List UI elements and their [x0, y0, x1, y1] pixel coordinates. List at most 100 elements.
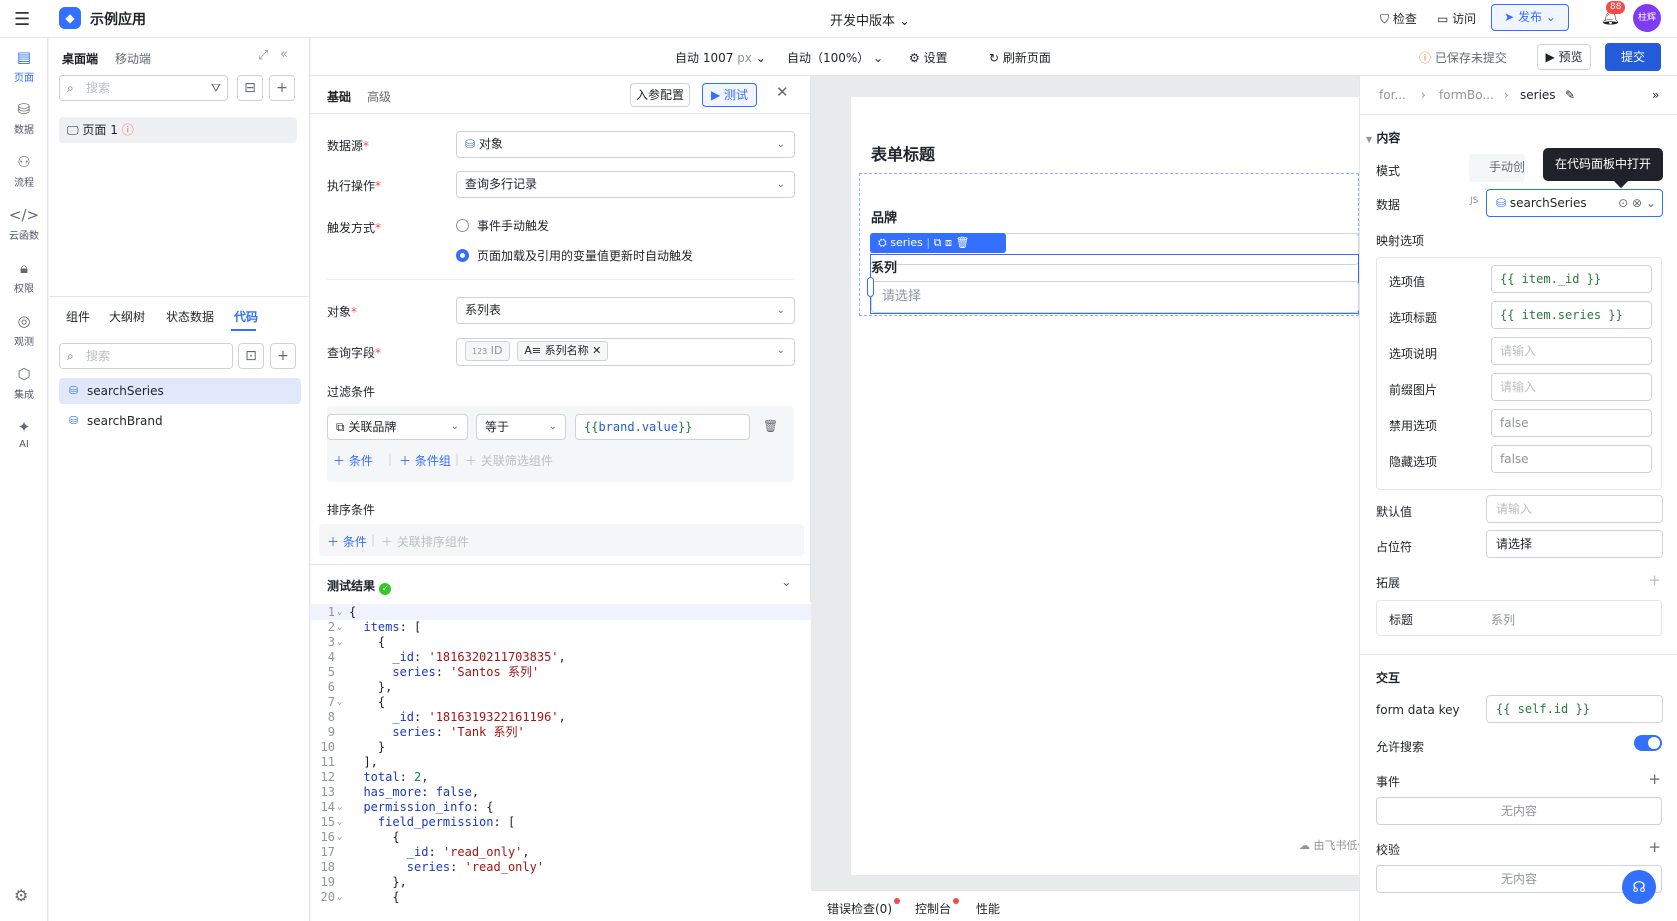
rail-item-permission[interactable]: 🔒︎ 权限 [0, 259, 48, 295]
rail-item-monitor[interactable]: ◎ 观测 [0, 312, 48, 348]
form-key-input[interactable]: {{ self.id }} [1486, 695, 1663, 723]
object-select[interactable]: 系列表 ⌄ [456, 297, 795, 324]
clear-icon[interactable]: ⊗ [1632, 196, 1642, 210]
content-section[interactable]: ▼ 内容 [1366, 129, 1400, 146]
page-layout-button[interactable]: ⊟ [237, 75, 263, 101]
mapping-input[interactable]: false [1491, 409, 1652, 437]
mode-segment[interactable]: 手动创 [1469, 154, 1525, 182]
tab-components[interactable]: 组件 [66, 308, 90, 325]
rail-item-flow[interactable]: ⚇ 流程 [0, 153, 48, 189]
trigger-radio-auto[interactable]: 页面加载及引用的变量值更新时自动触发 [456, 247, 693, 264]
menu-icon[interactable]: ☰ [14, 9, 30, 30]
mapping-input[interactable]: 请输入 [1491, 337, 1652, 365]
fold-icon[interactable]: ⌄ [337, 694, 342, 710]
avatar[interactable]: 柱辉 [1633, 4, 1661, 32]
submit-button[interactable]: 提交 [1605, 43, 1661, 71]
refresh-button[interactable]: ↻ 刷新页面 [989, 49, 1051, 66]
add-code-button[interactable]: + [270, 343, 296, 369]
rail-item-integration[interactable]: ⬡ 集成 [0, 365, 48, 401]
form-title[interactable]: 表单标题 [871, 141, 935, 165]
series-select[interactable]: 请选择 [871, 281, 1359, 313]
add-extend-icon[interactable]: + [1648, 571, 1661, 589]
fields-select[interactable]: 123 ID A≡ 系列名称 ✕ ⌄ [456, 338, 795, 366]
collapse-panel-icon[interactable]: » [1652, 88, 1659, 102]
tab-code[interactable]: 代码 [234, 308, 258, 325]
trash-icon[interactable]: 🗑︎ [763, 419, 778, 433]
breadcrumb-item[interactable]: formBo... [1439, 88, 1494, 102]
mapping-input[interactable]: {{ item.series }} [1491, 301, 1652, 329]
rail-item-ai[interactable]: ✦ AI [0, 418, 48, 450]
console-tab[interactable]: 控制台 [915, 900, 951, 917]
code-item-searchbrand[interactable]: ⛁ searchBrand [59, 408, 301, 434]
link-sort-component-button[interactable]: ＋ 关联排序组件 [381, 533, 469, 550]
operation-select[interactable]: 查询多行记录 ⌄ [456, 171, 795, 198]
width-selector[interactable]: 自动 1007 px ⌄ [675, 49, 766, 66]
tab-advanced[interactable]: 高级 [367, 88, 391, 105]
add-page-button[interactable]: + [269, 75, 295, 101]
add-event-icon[interactable]: + [1648, 770, 1661, 788]
rail-item-page[interactable]: ▤ 页面 [0, 48, 48, 84]
allow-search-toggle[interactable] [1634, 735, 1662, 751]
test-result-header[interactable]: 测试结果 ✓ ⌄ [311, 564, 811, 602]
mapping-input[interactable]: false [1491, 445, 1652, 473]
add-sort-button[interactable]: ＋ 条件 [327, 533, 367, 550]
settings-button[interactable]: ⚙ 设置 [909, 49, 948, 66]
mapping-input[interactable]: 请输入 [1491, 373, 1652, 401]
rail-item-cloud-function[interactable]: </> 云函数 [0, 206, 48, 242]
data-select[interactable]: ⛁ searchSeries ⊙ ⊗ ⌄ [1486, 189, 1663, 217]
filter-operator-select[interactable]: 等于 ⌄ [476, 414, 566, 440]
filter-field-select[interactable]: ⧉ 关联品牌 ⌄ [327, 414, 468, 440]
tab-mobile[interactable]: 移动端 [115, 50, 151, 67]
publish-button[interactable]: ➤ 发布 ⌄ [1491, 4, 1569, 31]
close-icon[interactable]: ✕ [592, 344, 601, 357]
inspect-button[interactable]: ⛉ 检查 [1380, 10, 1417, 27]
tab-outline[interactable]: 大纲树 [109, 308, 145, 325]
default-input[interactable]: 请输入 [1486, 495, 1663, 523]
link-filter-component-button[interactable]: ＋ 关联筛选组件 [465, 452, 553, 469]
error-check-tab[interactable]: 错误检查(0) [827, 900, 892, 917]
visit-button[interactable]: ▭ 访问 [1437, 10, 1476, 27]
fold-icon[interactable]: ⌄ [337, 829, 342, 845]
fold-icon[interactable]: ⌄ [337, 814, 342, 830]
gear-icon[interactable]: ⚙ [14, 886, 28, 905]
performance-tab[interactable]: 性能 [976, 900, 1000, 917]
fold-icon[interactable]: ⌄ [337, 799, 342, 815]
collapse-icon[interactable]: « [280, 47, 288, 62]
tab-desktop[interactable]: 桌面端 [62, 50, 98, 67]
breadcrumb-item[interactable]: for... [1379, 88, 1406, 102]
fold-icon[interactable]: ⌄ [337, 619, 342, 635]
fold-icon[interactable]: ⌄ [337, 634, 342, 650]
duplicate-icon[interactable]: ⧈ [945, 236, 952, 249]
filter-value-input[interactable]: {{brand.value}} [575, 414, 750, 440]
tab-state-data[interactable]: 状态数据 [166, 308, 214, 325]
preview-button[interactable]: ▶ 预览 [1537, 44, 1591, 70]
folder-button[interactable]: ⊡ [238, 343, 264, 369]
trigger-radio-manual[interactable]: 事件手动触发 [456, 217, 549, 234]
close-icon[interactable]: ✕ [776, 83, 789, 101]
code-editor[interactable]: 1 ⌄{2 ⌄ items: [3 ⌄ {4 _id: '18163202117038… [311, 602, 811, 921]
mapping-input[interactable]: {{ item._id }} [1491, 265, 1652, 293]
chevron-down-icon[interactable]: ⌄ [1646, 196, 1656, 210]
page-search-input[interactable]: ⌕ 搜索 ⛛ [59, 75, 228, 101]
expand-icon[interactable]: ⤢ [258, 48, 268, 63]
fold-icon[interactable]: ⌄ [337, 604, 342, 620]
fold-icon[interactable]: ⌄ [337, 889, 342, 905]
filter-icon[interactable]: ⛛ [211, 76, 221, 100]
add-condition-button[interactable]: ＋ 条件 [333, 452, 373, 469]
trash-icon[interactable]: 🗑︎ [955, 236, 969, 249]
test-button[interactable]: ▶ 测试 [702, 83, 757, 107]
add-condition-group-button[interactable]: ＋ 条件组 [399, 452, 451, 469]
page-item[interactable]: 🖵︎ 页面 1 ⓘ [59, 117, 297, 143]
datasource-select[interactable]: ⛁ 对象 ⌄ [456, 131, 795, 158]
drag-handle[interactable] [867, 277, 874, 297]
version-selector[interactable]: 开发中版本 ⌄ [830, 10, 910, 29]
placeholder-input[interactable]: 请选择 [1486, 530, 1663, 558]
param-config-button[interactable]: 入参配置 [630, 83, 690, 107]
code-item-searchseries[interactable]: ⛁ searchSeries [59, 378, 301, 404]
add-validation-icon[interactable]: + [1648, 838, 1661, 856]
help-icon[interactable]: ☊ [1622, 870, 1656, 904]
code-search-input[interactable]: ⌕ 搜索 [59, 343, 233, 369]
edit-icon[interactable]: ✎ [1565, 88, 1575, 102]
rail-item-data[interactable]: ⛁ 数据 [0, 100, 48, 136]
target-icon[interactable]: ⊙ [1618, 196, 1628, 210]
